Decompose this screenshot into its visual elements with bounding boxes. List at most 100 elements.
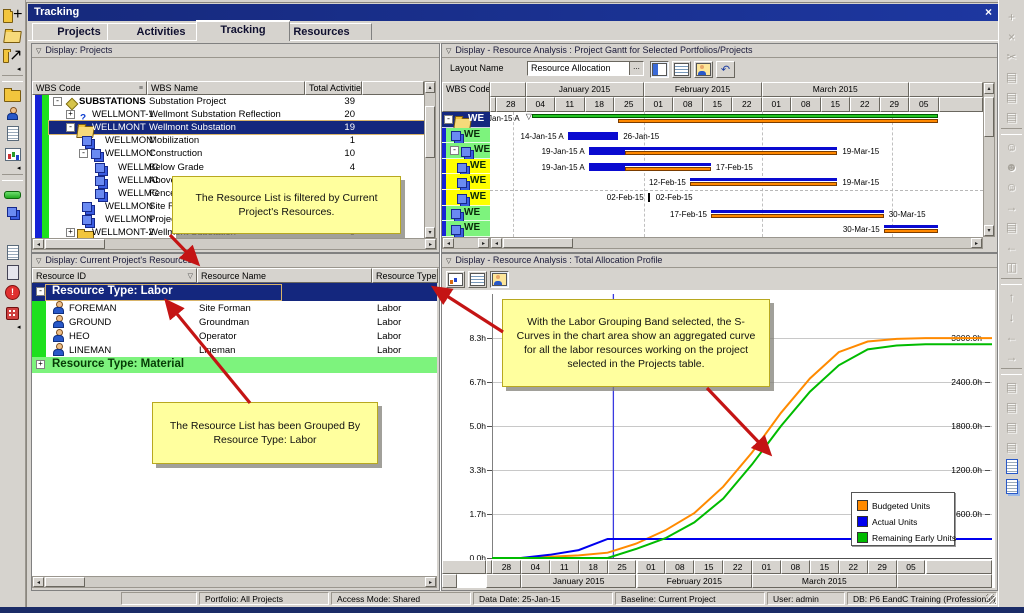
gantt-bar-remaining-blue[interactable] [711, 210, 884, 213]
wp-docs-icon-button[interactable]: ▤ [1002, 437, 1022, 456]
gantt-wbs-row[interactable]: WE [442, 159, 490, 175]
gantt-panel-header[interactable]: ▽Display - Resource Analysis : Project G… [442, 44, 997, 58]
gantt-bar-actual[interactable] [589, 147, 625, 155]
gantt-bar-remaining-orange[interactable] [690, 182, 838, 186]
assignments-view-icon-button[interactable] [3, 223, 23, 242]
copy-icon-button[interactable]: ▤ [1002, 67, 1022, 86]
milestone-marker[interactable] [648, 193, 650, 202]
collapse-box-icon[interactable]: - [53, 97, 62, 106]
collapse-box-icon[interactable]: - [36, 287, 45, 296]
move-left-icon-button[interactable]: ← [1002, 327, 1022, 346]
feedback-icon-button[interactable]: ▤ [1002, 417, 1022, 436]
chart-view-button[interactable] [446, 271, 465, 288]
expenses-view-icon-button[interactable] [3, 263, 23, 282]
window-titlebar[interactable]: Tracking × [28, 4, 998, 21]
expand-box-icon[interactable]: + [66, 110, 75, 119]
close-icon[interactable]: × [985, 4, 992, 20]
delete-icon-button[interactable]: × [1002, 27, 1022, 46]
collapse-box-icon[interactable]: - [79, 149, 88, 158]
remove-resource-icon-button[interactable]: ☺ [1002, 177, 1022, 196]
scroll-right-icon[interactable]: ▸ [478, 238, 489, 248]
gantt-bar-remaining-blue[interactable] [625, 163, 711, 166]
gantt-bar-remaining-orange[interactable] [625, 151, 838, 155]
column-header-resource-id[interactable]: Resource ID▽ [32, 268, 197, 283]
gantt-timeline-horizontal-scrollbar[interactable]: ◂▸ [490, 237, 983, 249]
scroll-thumb[interactable] [45, 239, 105, 249]
scroll-down-icon[interactable]: ▾ [984, 225, 994, 236]
fill-down-icon-button[interactable]: ▤ [1002, 107, 1022, 126]
project-collapse-bar-blue[interactable] [35, 95, 42, 239]
gantt-wbs-row[interactable]: WE [442, 206, 490, 222]
assign-activity-codes-icon-button[interactable]: → [1002, 197, 1022, 216]
projects-panel-header[interactable]: ▽Display: Projects [32, 44, 439, 58]
gantt-wbs-row[interactable]: WE [442, 174, 490, 190]
assign-role-icon-button[interactable]: ☻ [1002, 157, 1022, 176]
move-right-icon-button[interactable]: → [1002, 347, 1022, 366]
resource-row-lineman[interactable]: LINEMANLinemanLabor [32, 343, 437, 357]
tab-tracking[interactable]: Tracking [196, 21, 290, 41]
wbs-row-wellmon'[interactable]: WELLMON'Mobilization1 [49, 134, 424, 147]
spreadsheet-view-button[interactable] [468, 271, 487, 288]
collapse-box-icon[interactable]: - [66, 123, 75, 132]
column-header-wbs-name[interactable]: WBS Name [147, 81, 305, 95]
wbs-view-icon-button[interactable] [3, 203, 23, 222]
scroll-left-icon[interactable]: ◂ [443, 238, 454, 248]
cut-icon-button[interactable]: ✂ [1002, 47, 1022, 66]
copy-pages-icon-button[interactable] [1002, 477, 1022, 496]
assign-successor-icon-button[interactable]: ← [1002, 237, 1022, 256]
paste-icon-button[interactable]: ▤ [1002, 87, 1022, 106]
expand-box-icon[interactable]: + [36, 360, 45, 369]
wbs-row-wellmc[interactable]: WELLMCBelow Grade4 [49, 161, 424, 174]
scroll-right-icon[interactable]: ▸ [971, 238, 982, 248]
scroll-thumb[interactable] [503, 238, 573, 248]
steps-icon-button[interactable]: ▤ [1002, 397, 1022, 416]
documents-view-icon-button[interactable] [3, 243, 23, 262]
gantt-bar-remaining-blue[interactable] [884, 225, 939, 228]
toolbar-overflow-icon[interactable]: ◂ [3, 164, 23, 172]
gantt-wbs-code-header[interactable]: WBS Code [442, 82, 490, 112]
group-filter-icon[interactable]: ≡ [139, 82, 143, 95]
scroll-left-icon[interactable]: ◂ [33, 239, 44, 249]
gantt-view-button[interactable] [650, 61, 669, 78]
resources-horizontal-scrollbar[interactable]: ◂▸ [32, 576, 437, 588]
gantt-bar-remaining-orange[interactable] [711, 214, 884, 218]
scroll-thumb[interactable] [45, 577, 85, 587]
layout-name-select[interactable]: Resource Allocation ... [527, 61, 644, 76]
toolbar-overflow-icon[interactable]: ◂ [3, 65, 23, 73]
gantt-bar-actual[interactable] [568, 132, 619, 140]
scroll-right-icon[interactable]: ▸ [425, 239, 436, 249]
spreadsheet-view-button[interactable] [672, 61, 691, 78]
gantt-wbs-row[interactable]: -WE [442, 112, 490, 128]
wbs-row-substations[interactable]: -SUBSTATIONSSubstation Project39 [49, 95, 424, 108]
scroll-left-icon[interactable]: ◂ [491, 238, 502, 248]
gantt-wbs-row[interactable]: -WE [442, 143, 490, 159]
projects-view-icon-button[interactable] [3, 84, 23, 103]
wbs-row-wellmont[interactable]: -WELLMONTWellmont Substation19 [49, 121, 424, 134]
add-project-icon-button[interactable]: + [3, 5, 23, 24]
thresholds-alert-icon-button[interactable]: ! [3, 283, 23, 302]
resize-grip[interactable] [986, 594, 996, 604]
gantt-wbs-row[interactable]: WE [442, 190, 490, 206]
group-band-labor[interactable]: -Resource Type: Labor [32, 283, 437, 301]
gantt-vertical-scrollbar[interactable]: ▴▾ [983, 82, 995, 237]
resource-row-ground[interactable]: GROUNDGroundmanLabor [32, 315, 437, 329]
add-icon-button[interactable]: + [1002, 7, 1022, 26]
tracking-view-icon-button[interactable] [3, 144, 23, 163]
profile-panel-header[interactable]: ▽Display - Resource Analysis : Total All… [442, 254, 997, 268]
gantt-bar-summary-green[interactable] [532, 114, 939, 118]
gantt-bar-remaining-blue[interactable] [690, 178, 838, 181]
assign-resource-icon-button[interactable]: ☺ [1002, 137, 1022, 156]
undo-button[interactable]: ↶ [716, 61, 735, 78]
scroll-thumb[interactable] [984, 97, 994, 137]
gantt-bar-summary-orange[interactable] [618, 119, 938, 123]
scroll-left-icon[interactable]: ◂ [33, 577, 44, 587]
new-report-icon-button[interactable] [1002, 457, 1022, 476]
toolbar-overflow-icon[interactable]: ◂ [3, 323, 23, 331]
resource-row-foreman[interactable]: FOREMANSite FormanLabor [32, 301, 437, 315]
resources-panel-header[interactable]: ▽Display: Current Project's Resources [32, 254, 439, 268]
scroll-down-icon[interactable]: ▾ [425, 227, 435, 238]
close-project-icon-button[interactable]: ↗ [3, 45, 23, 64]
scroll-right-icon[interactable]: ▸ [425, 577, 436, 587]
gantt-bar-remaining-orange[interactable] [625, 167, 711, 171]
risks-view-icon-button[interactable] [3, 303, 23, 322]
